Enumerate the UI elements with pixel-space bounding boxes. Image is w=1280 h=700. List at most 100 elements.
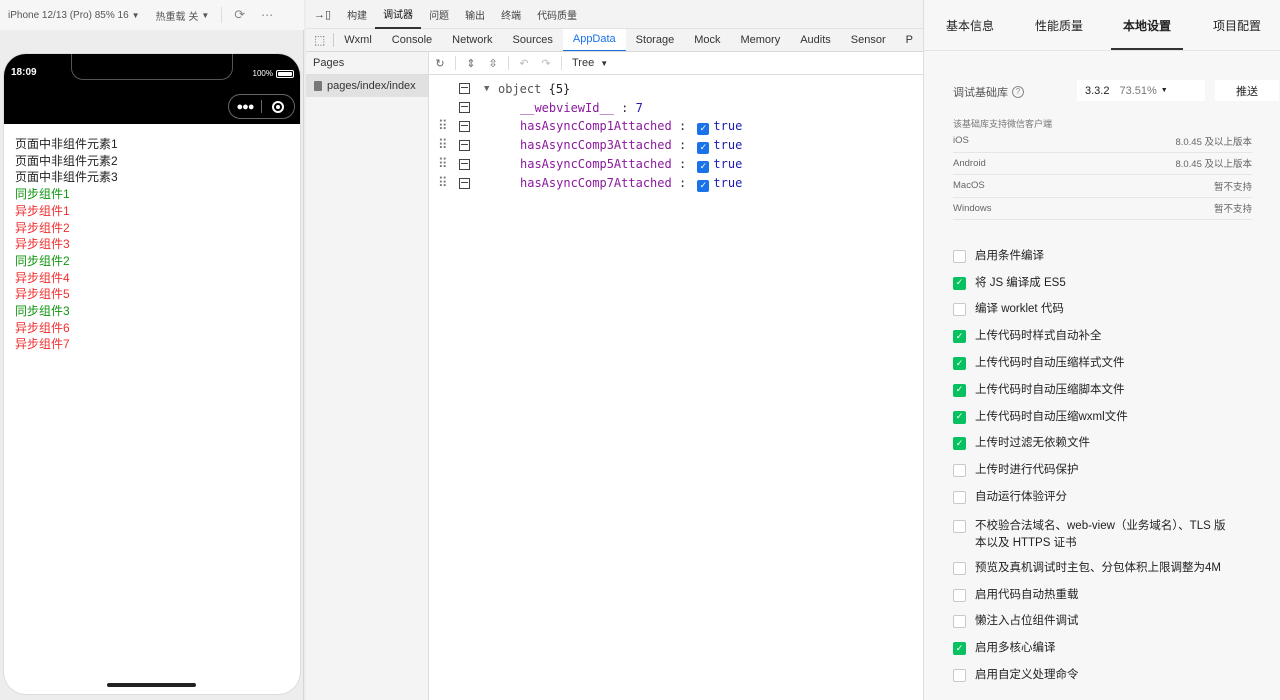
option-row[interactable]: ✓ 上传时过滤无依赖文件 — [953, 431, 1273, 458]
tree-value[interactable]: true — [713, 157, 742, 171]
details-tab-1[interactable]: 性能质量 — [1035, 0, 1083, 51]
details-tab-2[interactable]: 本地设置 — [1123, 0, 1171, 51]
tab-network[interactable]: Network — [442, 29, 502, 51]
option-row[interactable]: 启用条件编译 — [953, 243, 1273, 270]
option-checkbox[interactable] — [953, 519, 966, 533]
more-button[interactable]: ⋯ — [253, 0, 281, 30]
device-select[interactable]: iPhone 12/13 (Pro) 85% 16 ▼ — [0, 0, 148, 30]
devtools-top-3[interactable]: 输出 — [457, 0, 493, 29]
tree-value[interactable]: 7 — [636, 101, 643, 115]
tab-sensor[interactable]: Sensor — [841, 29, 896, 51]
devtools-top-0[interactable]: 构建 — [339, 0, 375, 29]
base-library-version: 3.3.2 — [1085, 84, 1110, 97]
tab-audits[interactable]: Audits — [790, 29, 841, 51]
option-checkbox[interactable] — [953, 588, 966, 602]
capsule-close-button[interactable] — [262, 95, 294, 118]
tab-appdata[interactable]: AppData — [562, 29, 626, 51]
option-row[interactable]: ✓ 上传代码时自动压缩脚本文件 — [953, 377, 1273, 404]
option-row[interactable]: 不校验合法域名、web-view（业务域名）、TLS 版本以及 HTTPS 证书 — [953, 511, 1273, 555]
select-checkbox[interactable] — [459, 159, 470, 170]
select-checkbox[interactable] — [459, 83, 470, 94]
option-checkbox[interactable]: ✓ — [953, 410, 966, 424]
select-checkbox[interactable] — [459, 121, 470, 132]
expand-caret-icon[interactable]: ▼ — [484, 84, 489, 94]
devtools-top-5[interactable]: 代码质量 — [529, 0, 585, 29]
capsule-menu-button[interactable]: ●●● — [229, 95, 261, 118]
inspect-element-button[interactable]: ⬚ — [306, 29, 333, 51]
option-checkbox[interactable] — [953, 303, 966, 317]
drag-handle-icon[interactable]: ⠿ — [438, 158, 448, 171]
option-row[interactable]: ✓ 将 JS 编译成 ES5 — [953, 270, 1273, 297]
tree-value[interactable]: true — [713, 176, 742, 190]
select-checkbox[interactable] — [459, 102, 470, 113]
value-checkbox[interactable]: ✓ — [697, 141, 710, 154]
page-text-line: 同步组件3 — [15, 304, 70, 319]
option-checkbox[interactable]: ✓ — [953, 357, 966, 371]
option-row[interactable]: 启用代码自动热重载 — [953, 582, 1273, 609]
push-button[interactable]: 推送 — [1215, 80, 1279, 101]
option-row[interactable]: ✓ 启用多核心编译 — [953, 635, 1273, 662]
option-label: 上传时过滤无依赖文件 — [975, 437, 1090, 450]
option-checkbox[interactable] — [953, 249, 966, 263]
tab-mock[interactable]: Mock — [684, 29, 730, 51]
base-library-select[interactable]: 3.3.2 73.51% ▼ — [1077, 80, 1205, 101]
drag-handle-icon[interactable]: ⠿ — [438, 139, 448, 152]
platform-version: 8.0.45 及以上版本 — [1175, 136, 1252, 148]
refresh-button[interactable]: ⟳ — [226, 0, 253, 30]
drag-handle-icon[interactable]: ⠿ — [438, 177, 448, 190]
value-checkbox[interactable]: ✓ — [697, 160, 710, 173]
dock-toggle-button[interactable]: →▯ — [306, 0, 339, 29]
select-checkbox[interactable] — [459, 178, 470, 189]
expand-all-button[interactable]: ⇕ — [460, 52, 482, 75]
drag-handle-icon[interactable]: ⠿ — [438, 120, 448, 133]
value-checkbox[interactable]: ✓ — [697, 179, 710, 192]
option-row[interactable]: 上传时进行代码保护 — [953, 457, 1273, 484]
option-row[interactable]: 自动运行体验评分 — [953, 484, 1273, 511]
option-row[interactable]: ✓ 上传代码时自动压缩样式文件 — [953, 350, 1273, 377]
option-checkbox[interactable]: ✓ — [953, 330, 966, 344]
collapse-all-button[interactable]: ⇳ — [482, 52, 504, 75]
option-label: 启用自定义处理命令 — [975, 669, 1079, 682]
devtools-top-2[interactable]: 问题 — [421, 0, 457, 29]
details-tab-3[interactable]: 项目配置 — [1213, 0, 1261, 51]
option-row[interactable]: 编译 worklet 代码 — [953, 297, 1273, 324]
option-checkbox[interactable] — [953, 561, 966, 575]
refresh-button[interactable]: ↻ — [429, 52, 451, 75]
option-checkbox[interactable]: ✓ — [953, 437, 966, 451]
option-row[interactable]: ✓ 上传代码时样式自动补全 — [953, 323, 1273, 350]
more-icon: ⋯ — [261, 8, 274, 22]
devtools-top-4[interactable]: 终端 — [493, 0, 529, 29]
select-checkbox[interactable] — [459, 140, 470, 151]
tab-console[interactable]: Console — [382, 29, 442, 51]
option-checkbox[interactable]: ✓ — [953, 642, 966, 656]
option-checkbox[interactable] — [953, 491, 966, 505]
undo-button[interactable]: ↶ — [513, 52, 535, 75]
tree-value[interactable]: true — [713, 138, 742, 152]
option-row[interactable]: 懒注入占位组件调试 — [953, 609, 1273, 636]
option-checkbox[interactable]: ✓ — [953, 276, 966, 290]
option-checkbox[interactable] — [953, 615, 966, 629]
help-icon[interactable]: ? — [1012, 86, 1024, 98]
option-checkbox[interactable]: ✓ — [953, 383, 966, 397]
page-item[interactable]: pages/index/index — [306, 75, 428, 97]
devtools-top-1[interactable]: 调试器 — [375, 0, 422, 29]
value-checkbox[interactable]: ✓ — [697, 122, 710, 135]
option-checkbox[interactable] — [953, 669, 966, 683]
status-time: 18:09 — [11, 67, 37, 78]
tree-value[interactable]: true — [713, 119, 742, 133]
redo-button[interactable]: ↷ — [535, 52, 557, 75]
tab-storage[interactable]: Storage — [626, 29, 685, 51]
tab-p[interactable]: P — [896, 29, 923, 51]
view-mode-select[interactable]: Tree ▼ — [566, 57, 614, 69]
option-label: 启用多核心编译 — [975, 642, 1056, 655]
option-row[interactable]: ✓ 上传代码时自动压缩wxml文件 — [953, 404, 1273, 431]
option-row[interactable]: 启用自定义处理命令 — [953, 662, 1273, 689]
tree-key: hasAsyncComp7Attached — [520, 175, 672, 190]
details-tab-0[interactable]: 基本信息 — [946, 0, 994, 51]
option-row[interactable]: 预览及真机调试时主包、分包体积上限调整为4M — [953, 555, 1273, 582]
tab-memory[interactable]: Memory — [730, 29, 790, 51]
tab-wxml[interactable]: Wxml — [334, 29, 382, 51]
option-checkbox[interactable] — [953, 464, 966, 478]
hot-reload-select[interactable]: 热重载 关 ▼ — [148, 0, 218, 30]
tab-sources[interactable]: Sources — [503, 29, 563, 51]
